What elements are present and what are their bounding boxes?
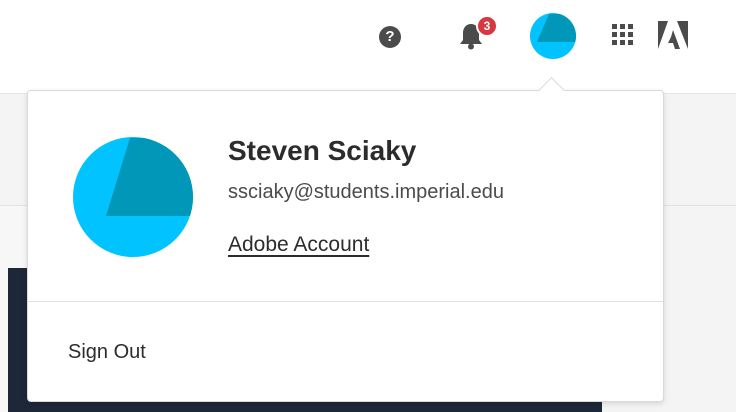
popover-divider: [28, 301, 663, 302]
notification-count-badge: 3: [476, 15, 498, 37]
sign-out-button[interactable]: Sign Out: [68, 341, 146, 364]
avatar-icon: [530, 13, 576, 59]
top-header: ? 3: [0, 0, 736, 94]
adobe-logo-button[interactable]: [656, 20, 690, 50]
help-icon: ?: [379, 26, 401, 48]
avatar-large-icon: [73, 137, 193, 257]
profile-avatar-button[interactable]: [529, 12, 577, 60]
apps-button[interactable]: [608, 20, 638, 50]
account-popover: Steven Sciaky ssciaky@students.imperial.…: [27, 90, 664, 402]
user-email: ssciaky@students.imperial.edu: [228, 181, 504, 203]
notifications-button[interactable]: 3: [452, 14, 498, 54]
help-button[interactable]: ?: [373, 20, 407, 54]
apps-grid-icon: [612, 24, 633, 45]
adobe-logo-icon: [658, 21, 688, 49]
user-name: Steven Sciaky: [228, 135, 417, 166]
adobe-account-link[interactable]: Adobe Account: [228, 233, 369, 257]
